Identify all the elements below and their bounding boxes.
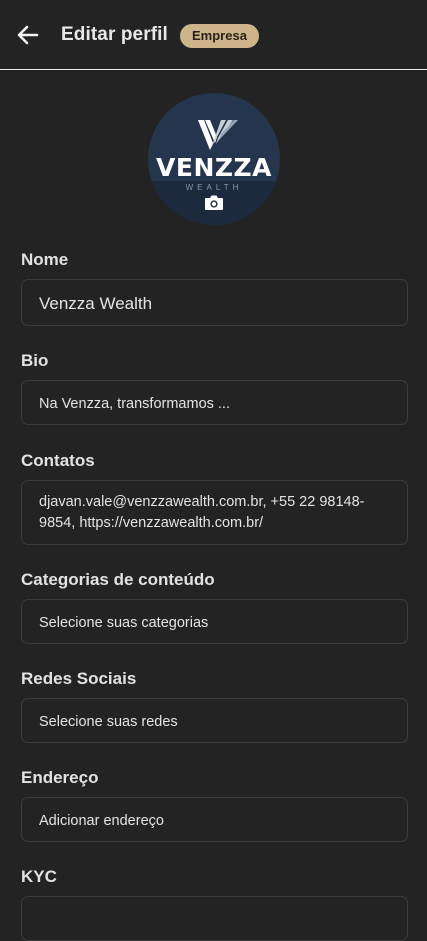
redes-select[interactable]: Selecione suas redes	[21, 698, 408, 743]
account-type-badge: Empresa	[180, 24, 259, 48]
bio-value: Na Venzza, transformamos ...	[39, 396, 230, 412]
avatar-brand-subtext: WEALTH	[185, 183, 243, 192]
nome-input[interactable]: Venzza Wealth	[21, 279, 408, 326]
nome-value: Venzza Wealth	[39, 294, 153, 313]
categorias-label: Categorias de conteúdo	[21, 570, 215, 589]
bio-input[interactable]: Na Venzza, transformamos ...	[21, 380, 408, 425]
nome-label: Nome	[21, 250, 69, 269]
contatos-input[interactable]: djavan.vale@venzzawealth.com.br, +55 22 …	[21, 480, 408, 545]
avatar-brand-text: VENZZA	[156, 153, 272, 182]
categorias-placeholder: Selecione suas categorias	[39, 615, 209, 631]
kyc-field[interactable]	[21, 896, 408, 941]
page-title: Editar perfil	[61, 24, 168, 45]
arrow-left-icon	[17, 25, 39, 45]
kyc-label: KYC	[21, 867, 57, 886]
endereco-input[interactable]: Adicionar endereço	[21, 797, 408, 842]
redes-placeholder: Selecione suas redes	[39, 714, 178, 730]
profile-avatar[interactable]: VENZZA WEALTH	[148, 93, 280, 225]
contatos-label: Contatos	[21, 451, 95, 470]
endereco-label: Endereço	[21, 768, 99, 787]
header: Editar perfil Empresa	[0, 0, 427, 70]
contatos-value: djavan.vale@venzzawealth.com.br, +55 22 …	[39, 494, 365, 531]
redes-label: Redes Sociais	[21, 669, 137, 688]
back-button[interactable]	[14, 21, 42, 49]
categorias-select[interactable]: Selecione suas categorias	[21, 599, 408, 644]
camera-icon[interactable]	[204, 194, 224, 211]
bio-label: Bio	[21, 351, 49, 370]
endereco-placeholder: Adicionar endereço	[39, 813, 164, 829]
